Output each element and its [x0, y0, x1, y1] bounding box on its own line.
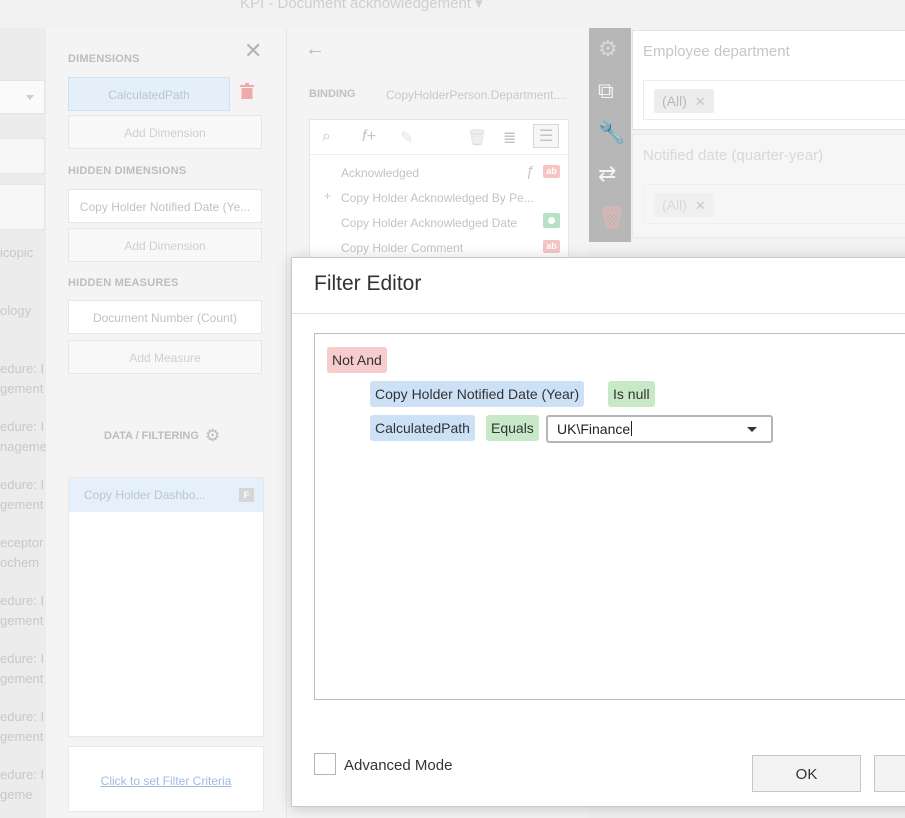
field-item[interactable]: Copy Holder Acknowledged Date	[341, 216, 517, 230]
add-hidden-dimension-button[interactable]: Add Dimension	[68, 228, 262, 262]
dialog-title: Filter Editor	[314, 272, 422, 295]
edit-icon[interactable]: ✎	[400, 128, 413, 148]
filter-item-label: Copy Holder Dashbo...	[84, 488, 206, 502]
condition-operator-chip[interactable]: Is null	[608, 381, 655, 407]
background-list-item: edure: I	[0, 709, 45, 724]
dimensions-label: DIMENSIONS	[68, 53, 140, 65]
filter-criteria-box: Click to set Filter Criteria	[68, 746, 264, 812]
filter-card-title: Notified date (quarter-year)	[643, 147, 824, 164]
background-list-item: nageme	[0, 439, 46, 454]
string-type-icon: ab	[543, 240, 560, 253]
notified-date-filter: Notified date (quarter-year) (All) ✕	[632, 134, 905, 238]
binding-label: BINDING	[309, 88, 356, 100]
trash-icon[interactable]: 🗑	[598, 205, 626, 231]
background-list-item: edure: I	[0, 651, 45, 666]
condition-operator-chip[interactable]: Equals	[486, 415, 539, 441]
text-cursor	[631, 421, 633, 436]
close-icon[interactable]: ✕	[244, 38, 262, 64]
background-list-item: gement	[0, 671, 44, 686]
background-list-item: gement	[0, 613, 44, 628]
background-list-item: edure: I	[0, 767, 45, 782]
set-filter-criteria-link[interactable]: Click to set Filter Criteria	[69, 774, 263, 788]
chevron-down-icon[interactable]	[747, 427, 757, 432]
convert-icon[interactable]: ⧉	[598, 78, 614, 104]
filter-item[interactable]: Copy Holder Dashbo... F	[69, 478, 263, 512]
function-icon: ƒ	[525, 163, 534, 180]
filter-editor-dialog: Filter Editor Not And Copy Holder Notifi…	[291, 257, 905, 807]
back-arrow-icon[interactable]: ←	[305, 38, 325, 61]
background-list-item: geme	[0, 787, 33, 802]
advanced-mode-checkbox[interactable]	[314, 753, 336, 775]
background-list-item: edure: I	[0, 593, 45, 608]
swap-icon[interactable]: ⇄	[598, 161, 616, 187]
filter-tag-box[interactable]: (All) ✕	[643, 80, 905, 120]
filter-card-title: Employee department	[643, 43, 790, 60]
gear-icon[interactable]: ⚙	[598, 36, 618, 62]
background-field	[0, 184, 45, 230]
filter-badge: F	[239, 488, 254, 502]
background-list-item: icopic	[0, 245, 34, 260]
expand-icon[interactable]: +	[324, 189, 331, 203]
hidden-dimensions-label: HIDDEN DIMENSIONS	[68, 165, 187, 177]
item-toolbar: ⚙ ⧉ 🔧 ⇄ 🗑	[589, 28, 631, 242]
background-list-item: gement	[0, 381, 44, 396]
background-list-item: edure: I	[0, 477, 45, 492]
condition-field-chip[interactable]: CalculatedPath	[370, 415, 475, 441]
field-item[interactable]: Copy Holder Comment	[341, 241, 463, 255]
background-list-item: edure: I	[0, 419, 45, 434]
background-dropdown[interactable]	[0, 80, 45, 114]
close-icon[interactable]: ✕	[695, 198, 706, 213]
dimensions-panel: ✕ DIMENSIONS CalculatedPath Add Dimensio…	[46, 28, 287, 818]
hidden-measure-item[interactable]: Document Number (Count)	[68, 300, 262, 334]
filter-tag-box[interactable]: (All) ✕	[643, 184, 905, 224]
add-measure-button[interactable]: Add Measure	[68, 340, 262, 374]
employee-department-filter: Employee department (All) ✕	[632, 30, 905, 130]
background-list-item: ochem	[0, 555, 40, 570]
hidden-dimension-item[interactable]: Copy Holder Notified Date (Ye...	[68, 189, 262, 223]
ok-button[interactable]: OK	[752, 755, 861, 792]
field-item[interactable]: Copy Holder Acknowledged By Pe...	[341, 191, 534, 205]
filter-tag[interactable]: (All) ✕	[654, 193, 714, 217]
page-title: KPI - Document acknowledgement ▾	[240, 0, 483, 12]
advanced-mode-label: Advanced Mode	[344, 757, 453, 774]
field-list-toolbar: ⌕ f+ ✎ 🗑 ≣ ☰	[310, 120, 568, 155]
binding-value[interactable]: CopyHolderPerson.Department....	[386, 88, 567, 102]
string-type-icon: ab	[543, 165, 560, 178]
condition-value-select[interactable]: UK\Finance	[546, 415, 773, 443]
background-list-item: eceptor	[0, 535, 44, 550]
background-list-item: ology	[0, 303, 32, 318]
data-filtering-label: DATA / FILTERING	[104, 430, 199, 442]
background-list-item: edure: I	[0, 361, 45, 376]
cancel-button[interactable]	[874, 755, 905, 792]
chevron-down-icon	[26, 95, 34, 100]
group-operator-chip[interactable]: Not And	[327, 347, 387, 373]
divider	[292, 313, 905, 314]
field-item[interactable]: Acknowledged	[341, 166, 419, 180]
add-dimension-button[interactable]: Add Dimension	[68, 115, 262, 149]
condition-field-chip[interactable]: Copy Holder Notified Date (Year)	[370, 381, 585, 407]
search-icon[interactable]: ⌕	[322, 128, 331, 146]
wrench-icon[interactable]: 🔧	[598, 120, 625, 146]
condition-value[interactable]: UK\Finance	[557, 421, 633, 437]
background-list-item: gement	[0, 497, 44, 512]
add-calculated-field-icon[interactable]: f+	[362, 128, 376, 146]
trash-icon[interactable]	[240, 83, 254, 104]
hidden-measures-label: HIDDEN MEASURES	[68, 277, 179, 289]
background-field	[0, 138, 45, 174]
filter-tree-editor: Not And Copy Holder Notified Date (Year)…	[314, 333, 905, 700]
close-icon[interactable]: ✕	[695, 94, 706, 109]
list-view-icon[interactable]: ≣	[503, 128, 516, 148]
dimension-item[interactable]: CalculatedPath	[68, 77, 230, 111]
date-type-icon	[543, 213, 560, 228]
background-list-item: gement	[0, 729, 44, 744]
gear-icon[interactable]: ⚙	[205, 426, 220, 446]
filter-list: Copy Holder Dashbo... F	[68, 477, 264, 737]
filter-tag[interactable]: (All) ✕	[654, 89, 714, 113]
tree-view-icon[interactable]: ☰	[533, 124, 560, 148]
delete-icon[interactable]: 🗑	[467, 128, 487, 148]
